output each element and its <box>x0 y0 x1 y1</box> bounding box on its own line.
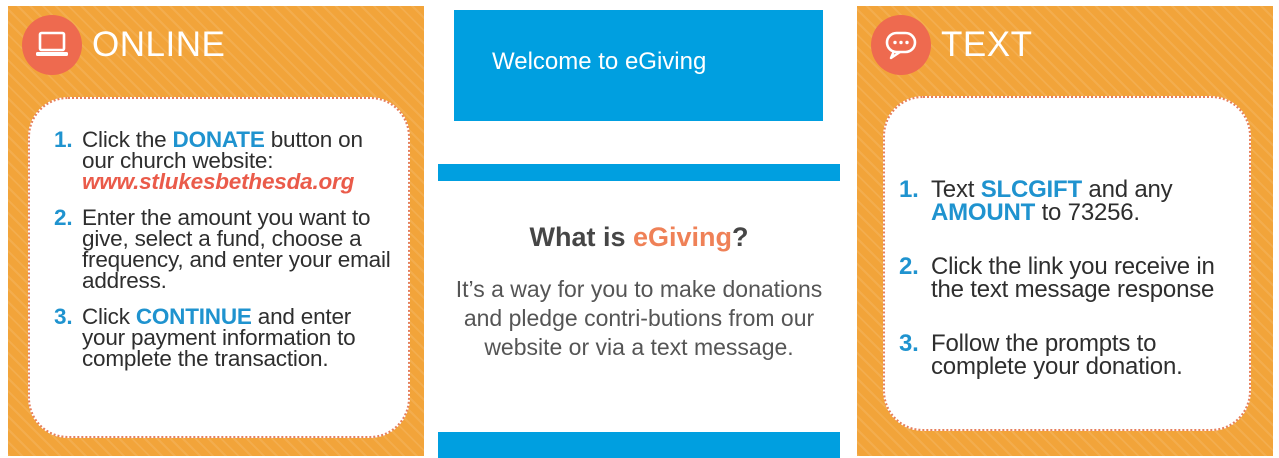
welcome-heading: Welcome to eGiving <box>492 48 707 75</box>
church-website-link[interactable]: www.stlukesbethesda.org <box>82 170 400 193</box>
step-text: Enter the amount you want to give, selec… <box>82 205 391 293</box>
text-header: TEXT <box>871 10 1032 80</box>
text-instructions-card: 1. Text SLCGIFT and any AMOUNT to 73256.… <box>883 96 1251 431</box>
egiving-highlight: eGiving <box>632 222 733 252</box>
online-step-3: 3. Click CONTINUE and enter your payment… <box>54 304 400 371</box>
bottom-divider-bar <box>438 432 840 458</box>
text-step-2: 2. Click the link you receive in the tex… <box>899 253 1241 303</box>
online-steps-list: 1. Click the DONATE button on our church… <box>54 127 400 384</box>
top-divider-bar <box>438 164 840 181</box>
online-instructions-card: 1. Click the DONATE button on our church… <box>28 97 410 438</box>
text-steps-list: 1. Text SLCGIFT and any AMOUNT to 73256.… <box>899 178 1241 409</box>
text-panel: TEXT 1. Text SLCGIFT and any AMOUNT to 7… <box>857 6 1273 456</box>
step-text: Click CONTINUE and enter your payment in… <box>82 304 356 371</box>
online-header: ONLINE <box>22 10 225 80</box>
egiving-description: It’s a way for you to make donations and… <box>455 276 823 360</box>
step-number: 3. <box>899 330 919 357</box>
amount-keyword: AMOUNT <box>931 199 1036 226</box>
step-text: Click the link you receive in the text m… <box>931 253 1215 303</box>
online-step-1: 1. Click the DONATE button on our church… <box>54 127 400 193</box>
step-number: 3. <box>54 304 73 329</box>
what-is-egiving-heading: What is eGiving? <box>529 222 749 252</box>
welcome-banner: Welcome to eGiving <box>454 10 823 121</box>
chat-bubble-icon <box>871 15 931 75</box>
text-title: TEXT <box>941 25 1033 64</box>
step-number: 1. <box>899 176 919 203</box>
step-text: Text SLCGIFT and any AMOUNT to 73256. <box>931 176 1173 226</box>
online-title: ONLINE <box>92 25 226 64</box>
step-number: 2. <box>54 205 73 230</box>
text-step-3: 3. Follow the prompts to complete your d… <box>899 330 1241 380</box>
step-number: 2. <box>899 253 919 280</box>
step-number: 1. <box>54 127 73 152</box>
step-text: Click the DONATE button on our church we… <box>82 128 400 193</box>
text-step-1: 1. Text SLCGIFT and any AMOUNT to 73256. <box>899 176 1241 226</box>
step-text: Follow the prompts to complete your dona… <box>931 330 1183 380</box>
laptop-icon <box>22 15 82 75</box>
online-panel: ONLINE 1. Click the DONATE button on our… <box>8 6 424 456</box>
online-step-2: 2. Enter the amount you want to give, se… <box>54 205 400 293</box>
